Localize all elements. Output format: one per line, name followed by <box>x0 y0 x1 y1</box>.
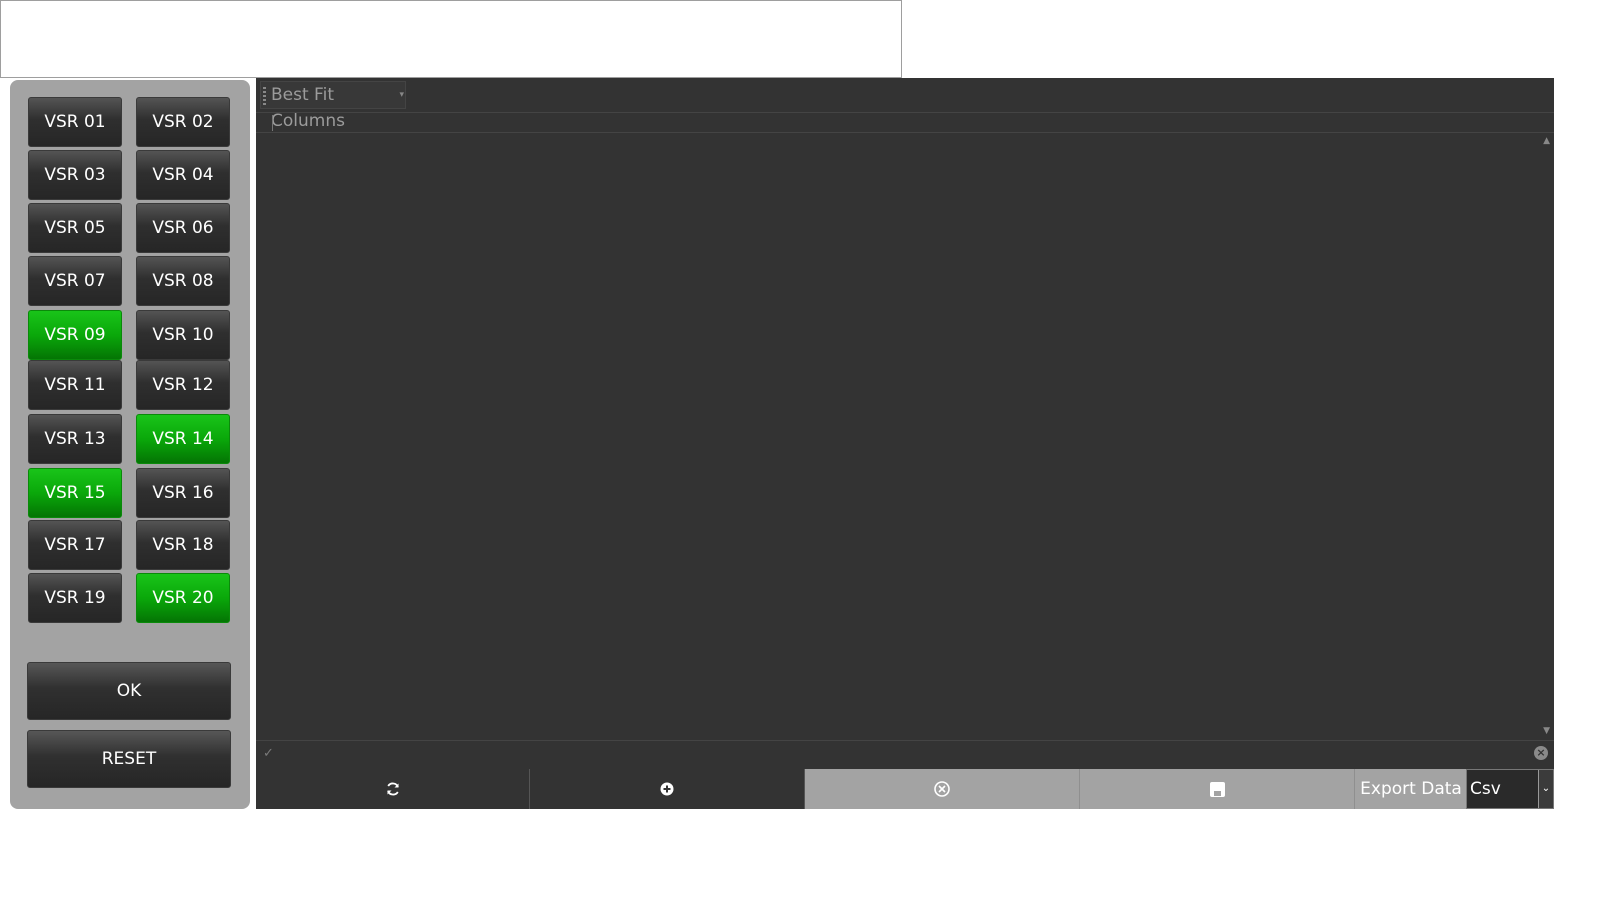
add-row-button[interactable] <box>530 769 805 809</box>
vsr-button-09[interactable]: VSR 09 <box>28 310 122 360</box>
scroll-up-icon[interactable]: ▲ <box>1543 136 1550 146</box>
check-icon[interactable]: ✓ <box>263 746 274 761</box>
vsr-button-01[interactable]: VSR 01 <box>28 97 122 147</box>
vsr-button-02[interactable]: VSR 02 <box>136 97 230 147</box>
grid-command-bar: Export Data Csv ⌄ <box>256 769 1554 809</box>
add-circle-icon <box>660 782 674 796</box>
vsr-button-14[interactable]: VSR 14 <box>136 414 230 464</box>
close-circle-icon <box>934 781 950 797</box>
vsr-button-04[interactable]: VSR 04 <box>136 150 230 200</box>
vsr-button-20[interactable]: VSR 20 <box>136 573 230 623</box>
vsr-button-15[interactable]: VSR 15 <box>28 468 122 518</box>
vsr-button-17[interactable]: VSR 17 <box>28 520 122 570</box>
refresh-button[interactable] <box>256 769 530 809</box>
vsr-button-12[interactable]: VSR 12 <box>136 360 230 410</box>
grid-toolbar: Best Fit Columns ▾ <box>256 78 1554 131</box>
scroll-down-icon[interactable]: ▼ <box>1543 726 1550 736</box>
drag-grip-icon[interactable] <box>263 87 266 105</box>
export-format-value: Csv <box>1470 779 1501 799</box>
column-header-divider[interactable] <box>272 115 273 131</box>
vsr-button-03[interactable]: VSR 03 <box>28 150 122 200</box>
vsr-button-18[interactable]: VSR 18 <box>136 520 230 570</box>
ok-button[interactable]: OK <box>27 662 231 720</box>
overflow-arrow-icon[interactable]: ▾ <box>399 82 404 108</box>
vsr-button-11[interactable]: VSR 11 <box>28 360 122 410</box>
vsr-button-05[interactable]: VSR 05 <box>28 203 122 253</box>
save-button[interactable] <box>1080 769 1355 809</box>
delete-row-button[interactable] <box>805 769 1080 809</box>
grid-header-row <box>256 113 1554 133</box>
vsr-button-08[interactable]: VSR 08 <box>136 256 230 306</box>
export-data-label: Export Data <box>1355 769 1467 809</box>
grid-status-row: ✓ × <box>256 740 1554 769</box>
refresh-icon <box>386 782 399 796</box>
vertical-scrollbar[interactable]: ▲ ▼ <box>1538 133 1554 739</box>
reset-button[interactable]: RESET <box>27 730 231 788</box>
vsr-button-06[interactable]: VSR 06 <box>136 203 230 253</box>
best-fit-columns-button[interactable]: Best Fit Columns ▾ <box>260 81 406 131</box>
vsr-button-16[interactable]: VSR 16 <box>136 468 230 518</box>
vsr-button-07[interactable]: VSR 07 <box>28 256 122 306</box>
save-icon <box>1209 781 1225 797</box>
vsr-button-10[interactable]: VSR 10 <box>136 310 230 360</box>
clear-filter-icon[interactable]: × <box>1534 746 1548 760</box>
export-format-select[interactable]: Csv ⌄ <box>1466 769 1554 809</box>
top-header-box <box>0 0 902 78</box>
vsr-button-13[interactable]: VSR 13 <box>28 414 122 464</box>
vsr-button-19[interactable]: VSR 19 <box>28 573 122 623</box>
vsr-selection-panel: VSR 01 VSR 02 VSR 03 VSR 04 VSR 05 VSR 06 VSR … <box>10 80 250 809</box>
chevron-down-icon[interactable]: ⌄ <box>1538 770 1553 808</box>
data-grid: Best Fit Columns ▾ ▲ ▼ ✓ × Export Data C… <box>256 78 1554 809</box>
